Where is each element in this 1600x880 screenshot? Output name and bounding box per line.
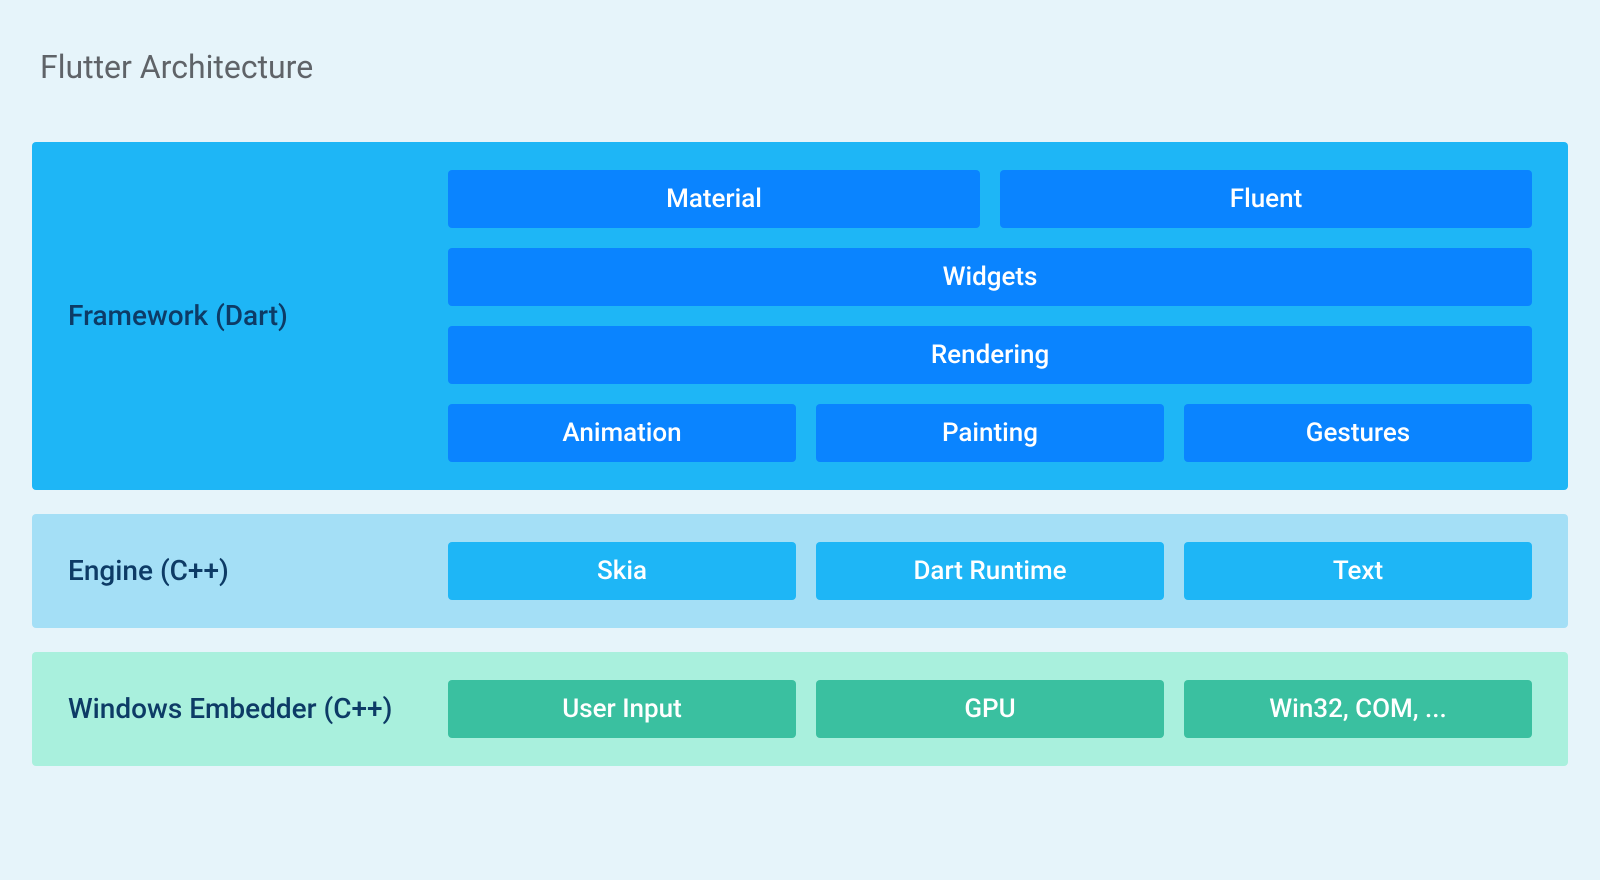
box-win32-com: Win32, COM, ...: [1184, 680, 1532, 738]
box-dart-runtime: Dart Runtime: [816, 542, 1164, 600]
layer-engine-label: Engine (C++): [68, 553, 448, 589]
framework-row-2: Rendering: [448, 326, 1532, 384]
box-painting: Painting: [816, 404, 1164, 462]
box-gestures: Gestures: [1184, 404, 1532, 462]
embedder-row-0: User Input GPU Win32, COM, ...: [448, 680, 1532, 738]
box-gpu: GPU: [816, 680, 1164, 738]
box-text: Text: [1184, 542, 1532, 600]
layer-engine: Engine (C++) Skia Dart Runtime Text: [32, 514, 1568, 628]
box-rendering: Rendering: [448, 326, 1532, 384]
layer-framework: Framework (Dart) Material Fluent Widgets…: [32, 142, 1568, 490]
framework-row-3: Animation Painting Gestures: [448, 404, 1532, 462]
engine-row-0: Skia Dart Runtime Text: [448, 542, 1532, 600]
box-skia: Skia: [448, 542, 796, 600]
box-widgets: Widgets: [448, 248, 1532, 306]
framework-row-1: Widgets: [448, 248, 1532, 306]
layer-embedder: Windows Embedder (C++) User Input GPU Wi…: [32, 652, 1568, 766]
layer-embedder-label: Windows Embedder (C++): [68, 691, 448, 727]
box-user-input: User Input: [448, 680, 796, 738]
box-material: Material: [448, 170, 980, 228]
diagram-title: Flutter Architecture: [40, 48, 1568, 86]
box-fluent: Fluent: [1000, 170, 1532, 228]
layer-engine-content: Skia Dart Runtime Text: [448, 542, 1532, 600]
layer-embedder-content: User Input GPU Win32, COM, ...: [448, 680, 1532, 738]
box-animation: Animation: [448, 404, 796, 462]
layer-framework-content: Material Fluent Widgets Rendering Animat…: [448, 170, 1532, 462]
layer-framework-label: Framework (Dart): [68, 298, 448, 334]
framework-row-0: Material Fluent: [448, 170, 1532, 228]
